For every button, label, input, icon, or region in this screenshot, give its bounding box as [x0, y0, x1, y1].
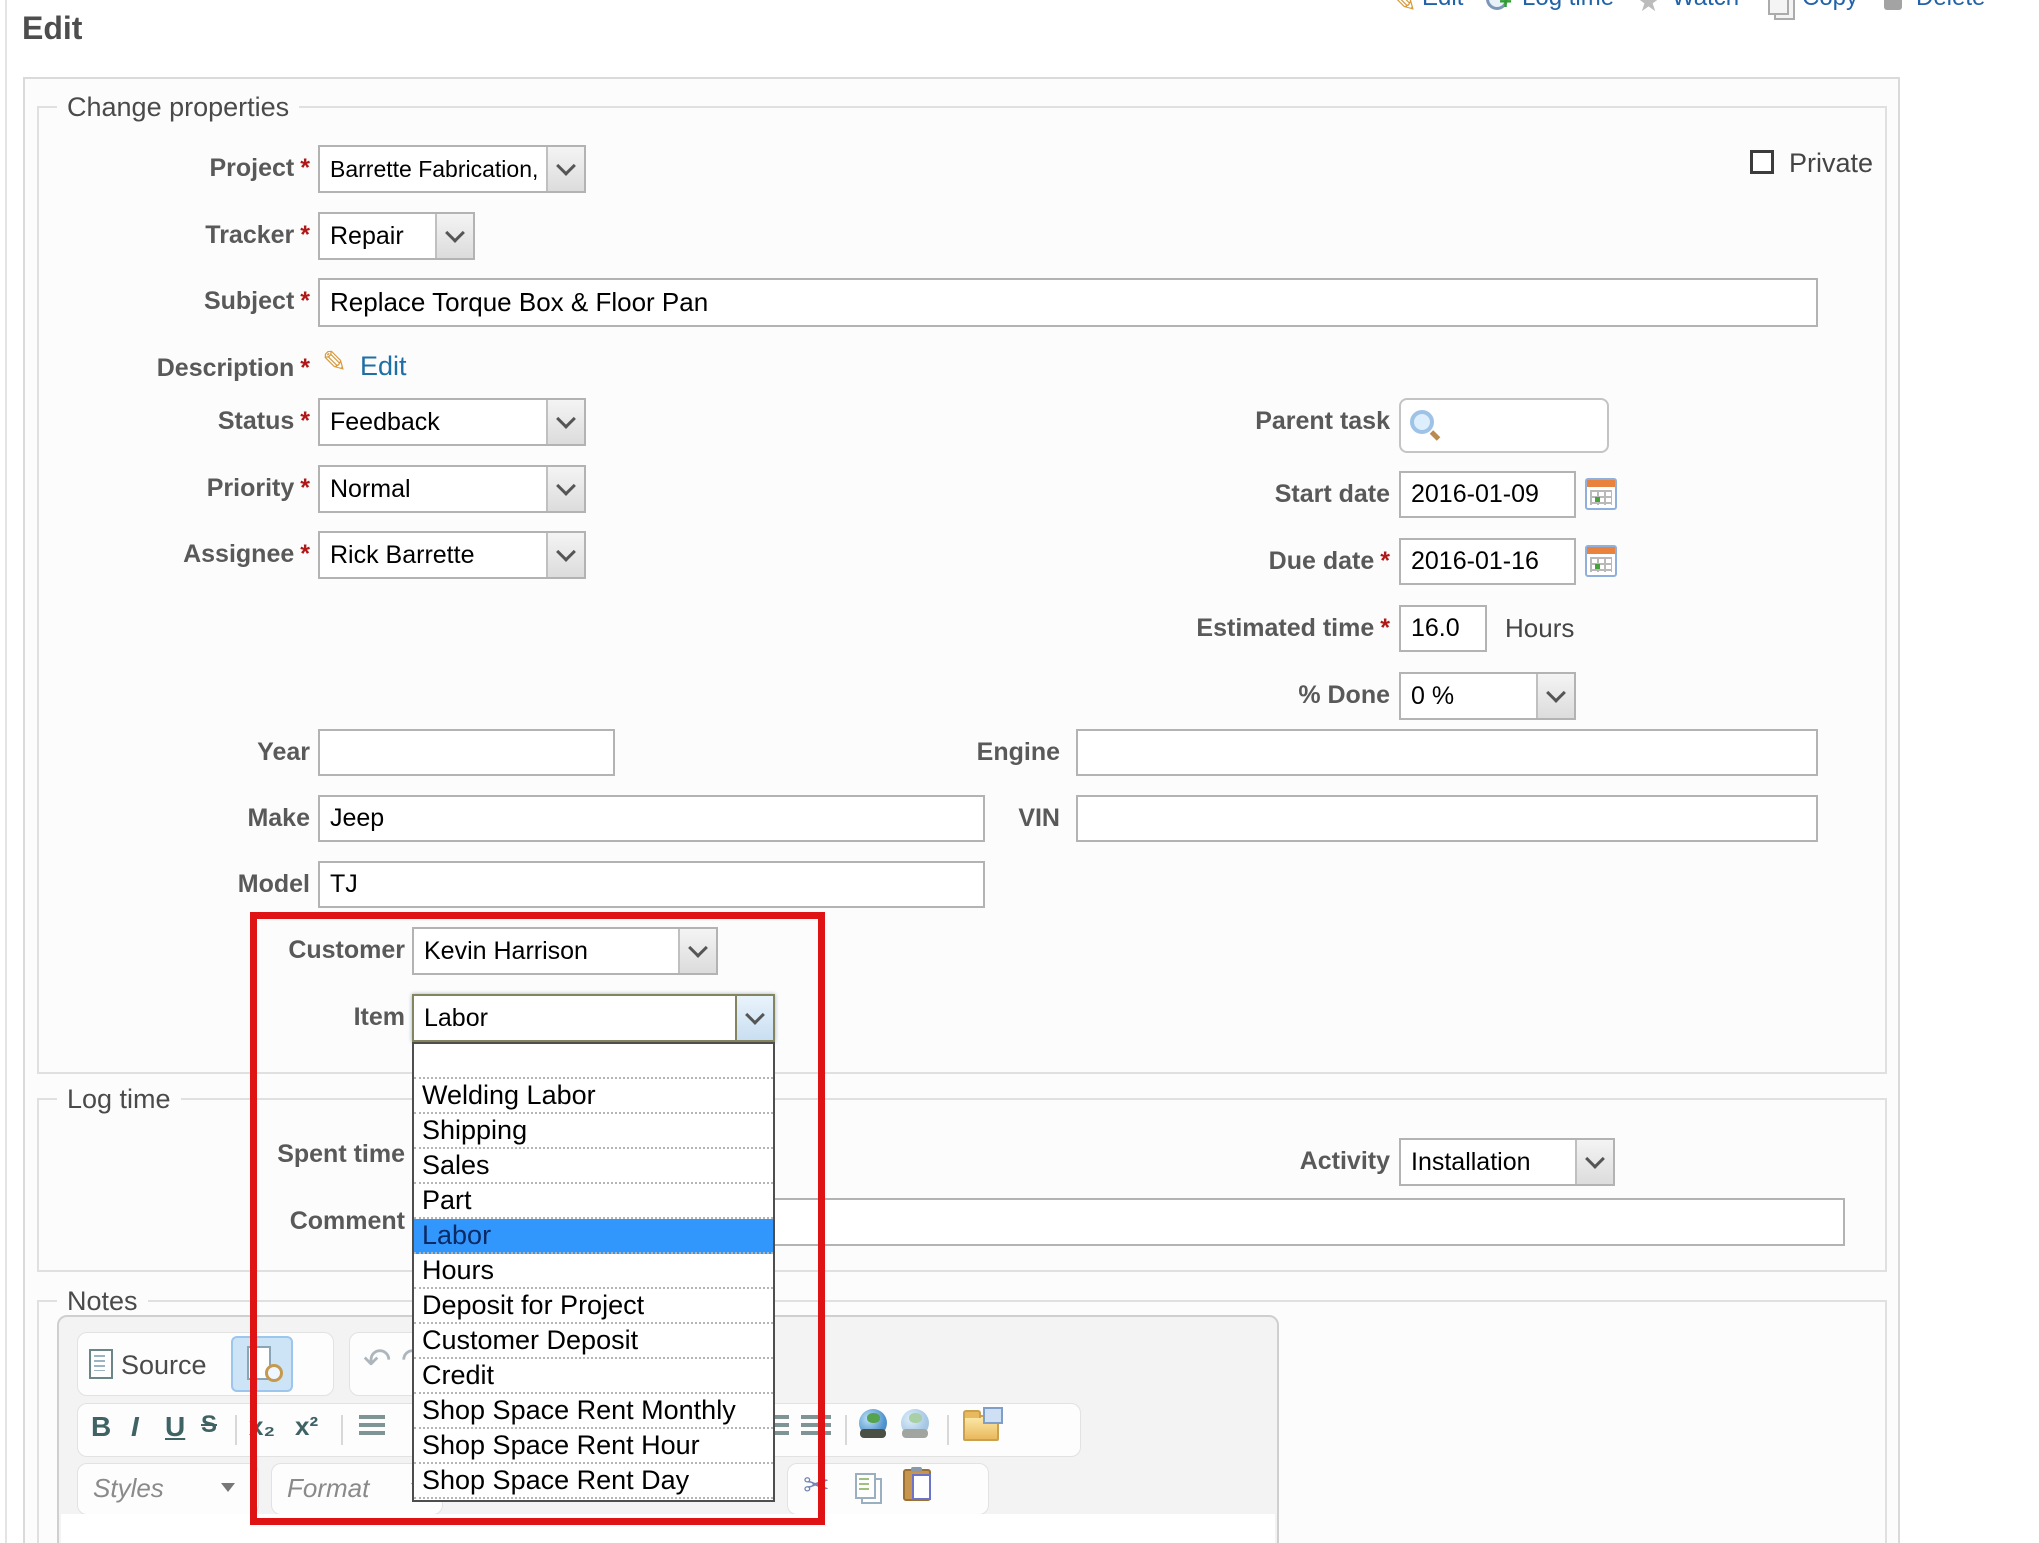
toolbar-separator — [235, 1415, 237, 1445]
description-label: Description* — [20, 354, 310, 383]
chevron-down-icon[interactable] — [1575, 1140, 1613, 1184]
project-label: Project* — [20, 154, 310, 183]
percent-done-select[interactable]: 0 % — [1399, 672, 1576, 720]
make-label: Make — [20, 804, 310, 833]
chevron-down-icon[interactable] — [546, 467, 584, 511]
start-date-input[interactable]: 2016-01-09 — [1399, 471, 1576, 518]
log-time-icon — [1486, 0, 1508, 10]
copy-icon[interactable] — [855, 1473, 876, 1499]
chevron-down-icon[interactable] — [546, 147, 584, 191]
chevron-down-icon[interactable] — [546, 533, 584, 577]
private-label: Private — [1789, 148, 1873, 179]
image-icon[interactable] — [963, 1415, 999, 1441]
model-input[interactable]: TJ — [318, 861, 985, 908]
priority-label: Priority* — [20, 474, 310, 503]
tracker-select[interactable]: Repair — [318, 212, 475, 260]
calendar-icon[interactable] — [1585, 478, 1617, 510]
priority-select[interactable]: Normal — [318, 465, 586, 513]
toolbar-separator — [845, 1415, 847, 1445]
chevron-down-icon[interactable] — [1536, 674, 1574, 718]
watch-star-icon: ★ — [1636, 0, 1661, 16]
due-date-input[interactable]: 2016-01-16 — [1399, 538, 1576, 585]
chevron-down-icon — [221, 1483, 235, 1492]
watch-link[interactable]: Watch — [1672, 0, 1739, 14]
engine-input[interactable] — [1076, 729, 1818, 776]
status-label: Status* — [20, 407, 310, 436]
estimated-time-label: Estimated time* — [1100, 614, 1390, 643]
subject-label: Subject* — [20, 287, 310, 316]
italic-icon[interactable]: I — [131, 1411, 139, 1443]
description-edit-link[interactable]: Edit — [360, 351, 407, 382]
log-time-legend: Log time — [57, 1084, 181, 1115]
copy-link[interactable]: Copy — [1802, 0, 1858, 14]
issue-edit-screen: Edit ✎ Edit Log time ★ Watch Copy Delete… — [0, 0, 2039, 1543]
toolbar-separator — [947, 1415, 949, 1445]
chevron-down-icon[interactable] — [546, 400, 584, 444]
delete-link[interactable]: Delete — [1916, 0, 1985, 14]
subject-input[interactable]: Replace Torque Box & Floor Pan — [318, 278, 1818, 327]
hours-unit-label: Hours — [1505, 613, 1574, 644]
percent-done-label: % Done — [1100, 681, 1390, 710]
page-left-border — [5, 0, 7, 1543]
annotation-highlight-box — [250, 912, 825, 1525]
bold-icon[interactable]: B — [91, 1411, 111, 1443]
paste-icon[interactable] — [903, 1469, 931, 1501]
strikethrough-icon[interactable]: S — [201, 1411, 217, 1439]
year-label: Year — [20, 738, 310, 767]
due-date-label: Due date* — [1100, 547, 1390, 576]
unlink-icon[interactable] — [901, 1409, 929, 1437]
parent-task-label: Parent task — [1100, 407, 1390, 436]
pencil-icon: ✎ — [1392, 0, 1417, 18]
trash-icon — [1884, 0, 1902, 10]
private-checkbox[interactable] — [1750, 150, 1774, 174]
tracker-label: Tracker* — [20, 221, 310, 250]
year-input[interactable] — [318, 729, 615, 776]
link-icon[interactable] — [859, 1409, 887, 1437]
underline-icon[interactable]: U — [165, 1411, 185, 1443]
styles-dropdown-label: Styles — [93, 1473, 164, 1504]
chevron-down-icon[interactable] — [435, 214, 473, 258]
status-select[interactable]: Feedback — [318, 398, 586, 446]
page-title: Edit — [22, 10, 82, 47]
activity-select[interactable]: Installation — [1399, 1138, 1615, 1186]
vin-input[interactable] — [1076, 795, 1818, 842]
copy-icon — [1768, 0, 1789, 15]
assignee-select[interactable]: Rick Barrette — [318, 531, 586, 579]
change-properties-legend: Change properties — [57, 92, 299, 123]
estimated-time-input[interactable]: 16.0 — [1399, 605, 1487, 652]
project-select[interactable]: Barrette Fabrication, LLC — [318, 145, 586, 193]
log-time-link[interactable]: Log time — [1522, 0, 1614, 14]
assignee-label: Assignee* — [20, 540, 310, 569]
model-label: Model — [20, 870, 310, 899]
pencil-icon: ✎ — [322, 348, 347, 378]
activity-label: Activity — [1100, 1147, 1390, 1176]
start-date-label: Start date — [1100, 480, 1390, 509]
search-icon — [1410, 410, 1434, 434]
engine-label: Engine — [770, 738, 1060, 767]
notes-legend: Notes — [57, 1286, 148, 1317]
source-doc-icon — [89, 1349, 113, 1379]
vin-label: VIN — [770, 804, 1060, 833]
edit-link[interactable]: Edit — [1422, 0, 1463, 14]
calendar-icon[interactable] — [1585, 545, 1617, 577]
source-button[interactable]: Source — [121, 1350, 207, 1381]
